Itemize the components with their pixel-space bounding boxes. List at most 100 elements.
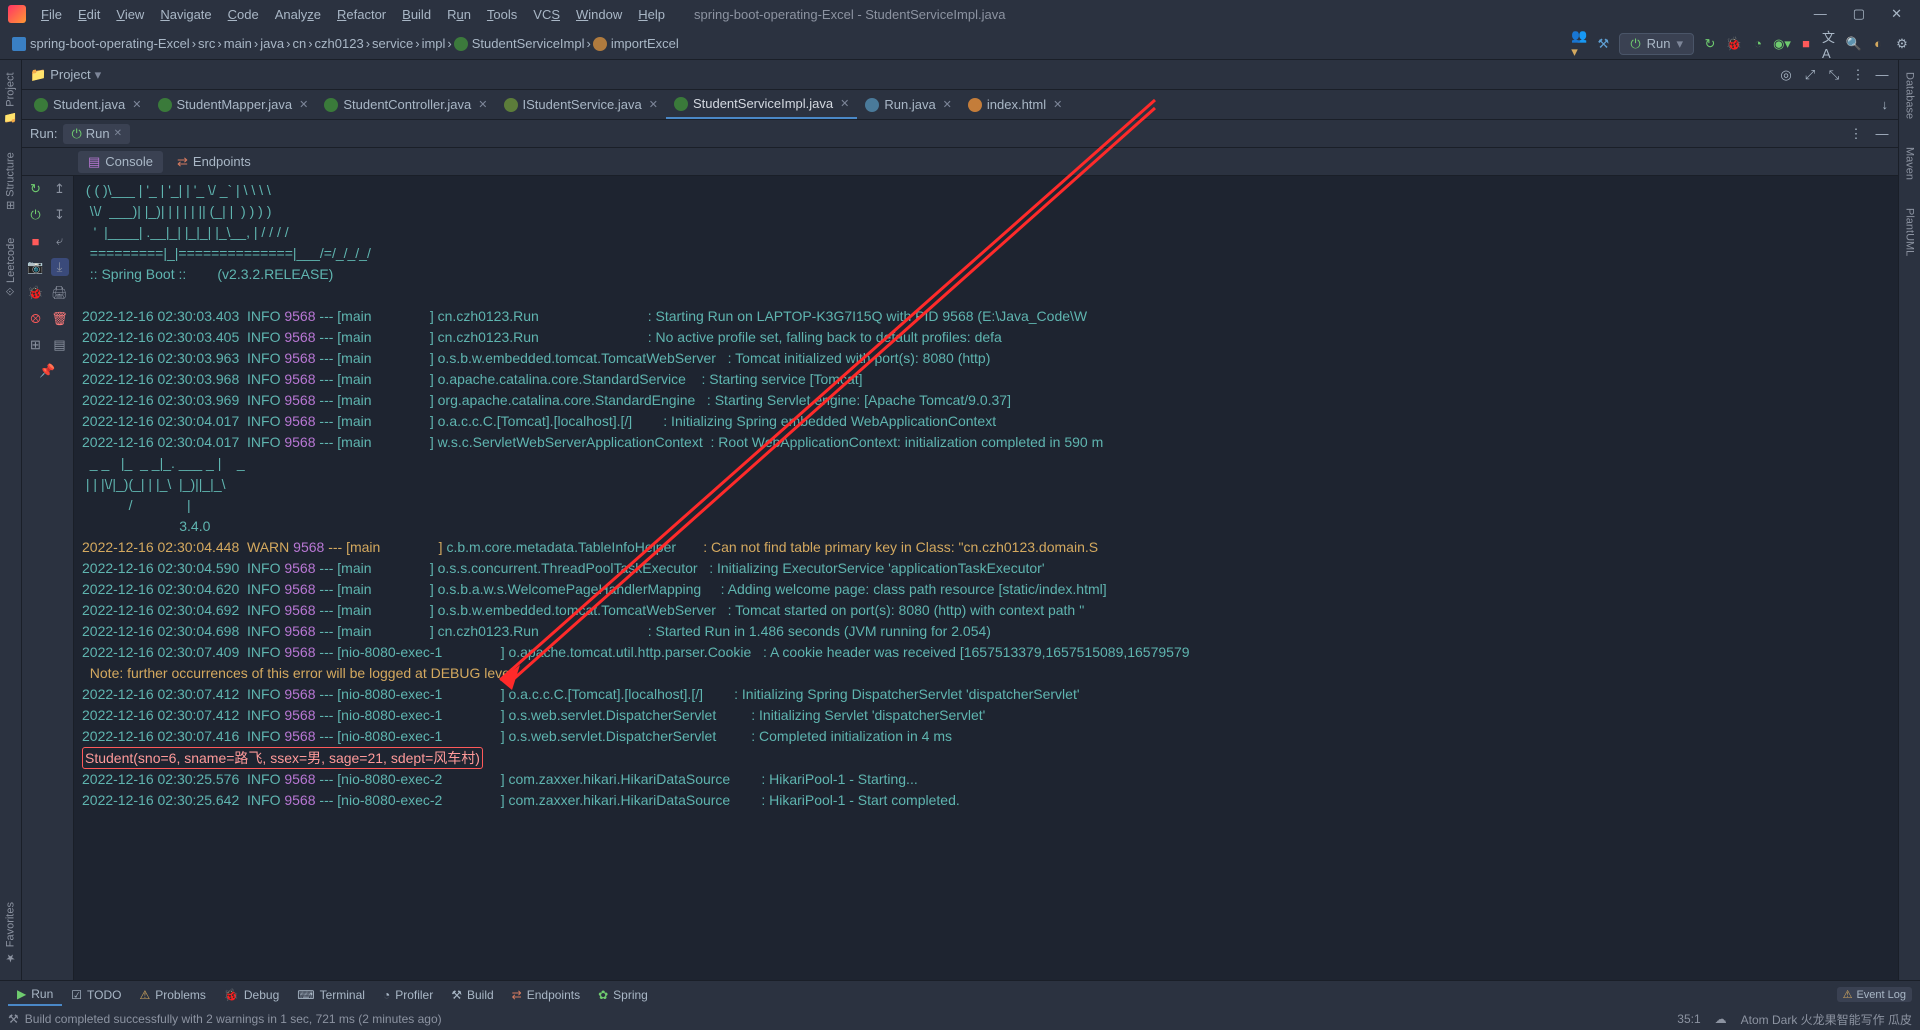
menu-file[interactable]: File xyxy=(34,4,69,25)
maximize-icon[interactable]: ▢ xyxy=(1853,6,1865,22)
down-icon[interactable]: ↧ xyxy=(51,206,69,224)
camera-icon[interactable]: 📷 xyxy=(27,258,45,276)
status-encoding[interactable]: Atom Dark 火龙果智能写作 瓜皮 xyxy=(1741,1011,1912,1028)
close-tab-icon[interactable]: ✕ xyxy=(132,98,141,111)
left-tab-leetcode[interactable]: ⟐Leetcode xyxy=(3,232,19,302)
breadcrumb-item[interactable]: java xyxy=(258,36,286,51)
launch-icon[interactable]: ⏻ xyxy=(27,206,45,224)
scroll-end-icon[interactable]: ⤓ xyxy=(51,258,69,276)
bottom-tab-run[interactable]: ▶Run xyxy=(8,984,62,1006)
build-hammer-icon[interactable]: ⚒ xyxy=(1595,36,1611,52)
profile-icon[interactable]: ◉▾ xyxy=(1774,36,1790,52)
trash-icon[interactable]: 🗑 xyxy=(51,310,69,328)
close-tab-icon[interactable]: ✕ xyxy=(299,98,308,111)
bottom-tab-debug[interactable]: 🐞Debug xyxy=(215,984,288,1006)
locate-icon[interactable]: ◎ xyxy=(1778,67,1794,83)
bottom-tab-terminal[interactable]: ⌨Terminal xyxy=(288,984,374,1006)
left-tab-project[interactable]: 📁Project xyxy=(2,66,19,130)
settings-icon[interactable]: ⚙ xyxy=(1894,36,1910,52)
breadcrumb-item[interactable]: importExcel xyxy=(591,36,681,51)
bottom-tab-build[interactable]: ⚒Build xyxy=(442,984,502,1006)
menu-build[interactable]: Build xyxy=(395,4,438,25)
tab-endpoints[interactable]: ⇄Endpoints xyxy=(167,151,261,173)
editor-tab[interactable]: Run.java✕ xyxy=(857,90,960,119)
caret-position[interactable]: 35:1 xyxy=(1677,1012,1700,1026)
bottom-tab-todo[interactable]: ☑TODO xyxy=(62,984,130,1006)
tab-console[interactable]: ▤Console xyxy=(78,151,163,173)
expand-all-icon[interactable]: ⤢ xyxy=(1802,67,1818,83)
project-settings-icon[interactable]: ⋮ xyxy=(1850,67,1866,83)
git-users-icon[interactable]: 👥▾ xyxy=(1571,36,1587,52)
menu-navigate[interactable]: Navigate xyxy=(153,4,218,25)
editor-tab[interactable]: IStudentService.java✕ xyxy=(496,90,666,119)
bottom-tab-endpoints[interactable]: ⇄Endpoints xyxy=(503,984,589,1006)
breadcrumb-item[interactable]: cn xyxy=(290,36,308,51)
event-log-button[interactable]: ⚠Event Log xyxy=(1837,987,1912,1002)
menu-analyze[interactable]: Analyze xyxy=(268,4,328,25)
right-tab-database[interactable]: Database xyxy=(1902,66,1918,125)
stop-button-icon[interactable]: ■ xyxy=(1798,36,1814,52)
translate-icon[interactable]: 文A xyxy=(1822,36,1838,52)
tabs-dropdown-icon[interactable]: ↓ xyxy=(1872,97,1899,112)
breadcrumb-item[interactable]: service xyxy=(370,36,415,51)
menu-view[interactable]: View xyxy=(109,4,151,25)
breadcrumb-item[interactable]: spring-boot-operating-Excel xyxy=(10,36,192,51)
run-config-selector[interactable]: ⏻Run▾ xyxy=(1619,33,1694,55)
editor-tab[interactable]: StudentMapper.java✕ xyxy=(150,90,317,119)
menu-vcs[interactable]: VCS xyxy=(526,4,567,25)
search-everywhere-icon[interactable]: 🔍 xyxy=(1846,36,1862,52)
close-icon[interactable]: ✕ xyxy=(1891,6,1902,22)
menu-tools[interactable]: Tools xyxy=(480,4,524,25)
bottom-tab-problems[interactable]: ⚠Problems xyxy=(130,984,214,1006)
close-tab-icon[interactable]: ✕ xyxy=(943,98,952,111)
breadcrumb-item[interactable]: StudentServiceImpl xyxy=(452,36,587,51)
run-tab[interactable]: ⏻ Run ✕ xyxy=(63,124,130,144)
close-tab-icon[interactable]: ✕ xyxy=(840,97,849,110)
menu-code[interactable]: Code xyxy=(221,4,266,25)
attach-debug-icon[interactable]: 🐞 xyxy=(27,284,45,302)
menu-edit[interactable]: Edit xyxy=(71,4,107,25)
wrap-icon[interactable]: ⤶ xyxy=(51,232,69,250)
right-tab-plantuml[interactable]: PlantUML xyxy=(1902,202,1918,262)
editor-tab[interactable]: StudentController.java✕ xyxy=(316,90,495,119)
close-tab-icon[interactable]: ✕ xyxy=(478,98,487,111)
stop-icon[interactable]: ■ xyxy=(27,232,45,250)
left-tab-favorites[interactable]: ★Favorites xyxy=(2,896,19,970)
pin-icon[interactable]: 📌 xyxy=(39,362,57,380)
minimize-icon[interactable]: — xyxy=(1814,6,1827,22)
debug-button-icon[interactable]: 🐞 xyxy=(1726,36,1742,52)
menu-window[interactable]: Window xyxy=(569,4,629,25)
breadcrumb-item[interactable]: main xyxy=(222,36,254,51)
rerun-icon[interactable]: ↻ xyxy=(27,180,45,198)
menu-run[interactable]: Run xyxy=(440,4,478,25)
breadcrumb-item[interactable]: impl xyxy=(420,36,448,51)
collapse-all-icon[interactable]: ⤡ xyxy=(1826,67,1842,83)
coverage-icon[interactable]: ◔ xyxy=(1750,36,1766,52)
bottom-tab-spring[interactable]: ✿Spring xyxy=(589,984,657,1006)
exit-icon[interactable]: ⮾ xyxy=(27,310,45,328)
editor-tab[interactable]: index.html✕ xyxy=(960,90,1070,119)
close-tab-icon[interactable]: ✕ xyxy=(1053,98,1062,111)
menu-help[interactable]: Help xyxy=(631,4,672,25)
editor-tab[interactable]: StudentServiceImpl.java✕ xyxy=(666,90,857,119)
assist-icon[interactable]: ◐ xyxy=(1870,36,1886,52)
bottom-tab-profiler[interactable]: ◔Profiler xyxy=(374,984,442,1006)
up-icon[interactable]: ↥ xyxy=(51,180,69,198)
run-hide-icon[interactable]: — xyxy=(1874,126,1890,142)
print-icon[interactable]: 🖨 xyxy=(51,284,69,302)
editor-tab[interactable]: Student.java✕ xyxy=(26,90,150,119)
filter-icon[interactable]: ▤ xyxy=(51,336,69,354)
project-view-selector[interactable]: 📁 Project ▾ xyxy=(30,67,101,83)
run-button-icon[interactable]: ↻ xyxy=(1702,36,1718,52)
hide-panel-icon[interactable]: — xyxy=(1874,67,1890,83)
console-output[interactable]: ( ( )\___ | '_ | '_| | '_ \/ _` | \ \ \ … xyxy=(74,176,1898,980)
left-tab-structure[interactable]: ⊞Structure xyxy=(2,146,19,216)
cloud-icon[interactable]: ☁ xyxy=(1715,1012,1727,1026)
close-tab-icon[interactable]: ✕ xyxy=(649,98,658,111)
breadcrumb-item[interactable]: src xyxy=(196,36,217,51)
breadcrumb-item[interactable]: czh0123 xyxy=(313,36,366,51)
layout-icon[interactable]: ⊞ xyxy=(27,336,45,354)
run-more-icon[interactable]: ⋮ xyxy=(1848,126,1864,142)
right-tab-maven[interactable]: Maven xyxy=(1902,141,1918,186)
menu-refactor[interactable]: Refactor xyxy=(330,4,393,25)
